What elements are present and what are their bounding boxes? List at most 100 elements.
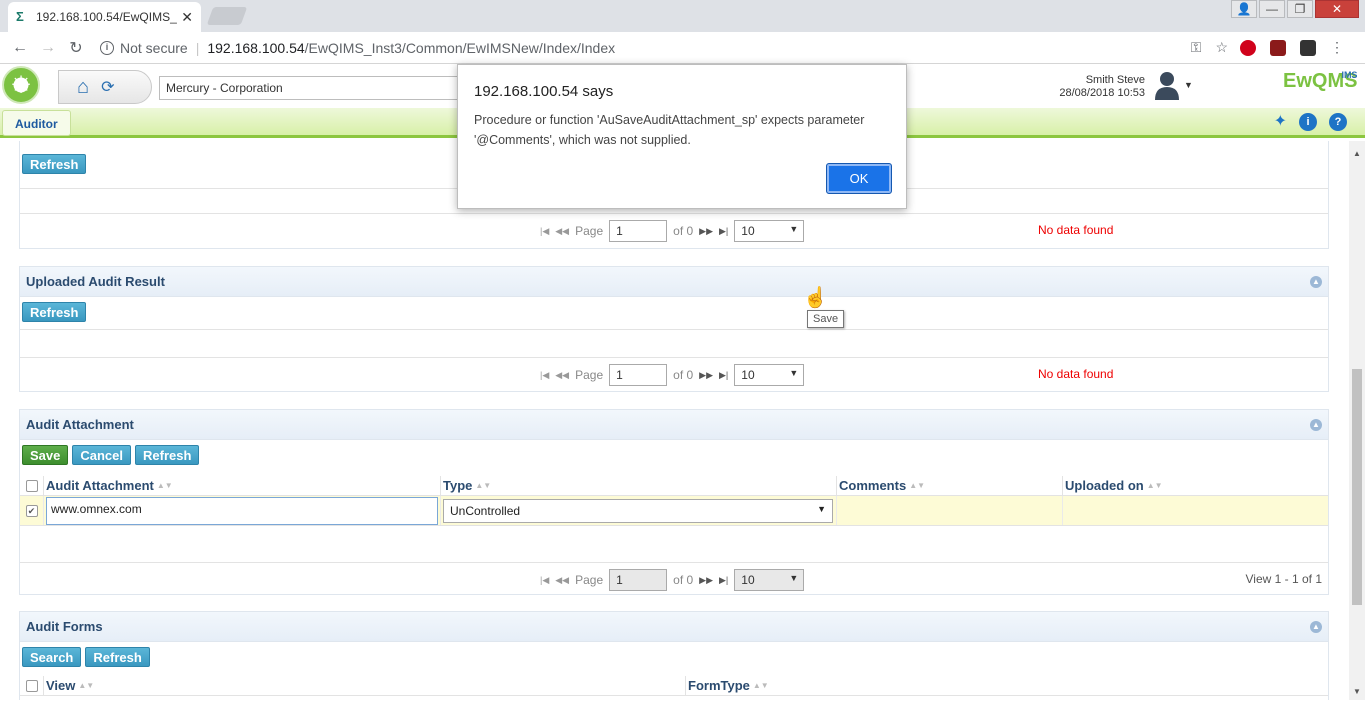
page-input[interactable]: 1: [609, 569, 668, 591]
last-page-icon[interactable]: ▶|: [719, 226, 728, 237]
menu-kebab-icon[interactable]: ⋮: [1330, 39, 1344, 56]
vertical-scrollbar[interactable]: ▲ ▼: [1349, 141, 1365, 700]
last-page-icon[interactable]: ▶|: [719, 575, 728, 586]
info-icon[interactable]: i: [100, 41, 114, 55]
avatar-icon[interactable]: [1153, 70, 1181, 100]
sort-icon: ▲▼: [752, 681, 769, 690]
page-size-select[interactable]: 10 ▼: [734, 220, 805, 242]
tab-auditor[interactable]: Auditor: [2, 110, 71, 136]
new-tab-button[interactable]: [206, 7, 248, 25]
refresh-button[interactable]: Refresh: [135, 445, 200, 465]
cancel-button[interactable]: Cancel: [72, 445, 132, 465]
first-page-icon[interactable]: |◀: [540, 226, 549, 237]
chevron-down-icon: ▼: [789, 224, 799, 234]
chevron-down-icon[interactable]: ▼: [1184, 80, 1193, 90]
browser-tab[interactable]: Σ 192.168.100.54/EwQIMS_ ✕: [8, 2, 201, 32]
page-input[interactable]: 1: [609, 220, 668, 242]
panel-title: Audit Attachment: [26, 417, 134, 432]
prev-page-icon[interactable]: ◀◀: [555, 226, 569, 237]
search-button[interactable]: Search: [22, 647, 82, 667]
attachment-input[interactable]: www.omnex.com: [46, 496, 438, 525]
window-close-icon[interactable]: ✕: [1315, 0, 1359, 18]
back-icon[interactable]: ←: [6, 39, 34, 57]
sort-icon: ▲▼: [1146, 481, 1163, 490]
close-icon[interactable]: ✕: [181, 9, 193, 26]
tab-title: 192.168.100.54/EwQIMS_: [36, 10, 177, 24]
next-page-icon[interactable]: ▶▶: [699, 575, 713, 586]
page-size-select[interactable]: 10 ▼: [734, 569, 805, 591]
hand-cursor-icon: ☝: [803, 287, 828, 309]
page-label: Page: [575, 368, 604, 382]
page-size-select[interactable]: 10 ▼: [734, 364, 805, 386]
collapse-icon[interactable]: ▲: [1310, 419, 1322, 431]
opera-extension-icon[interactable]: [1240, 39, 1256, 56]
last-page-icon[interactable]: ▶|: [719, 370, 728, 381]
pager: |◀ ◀◀ Page 1 of 0 ▶▶ ▶| 10 ▼ No data foun…: [20, 213, 1328, 247]
collapse-icon[interactable]: ▲: [1310, 621, 1322, 633]
shield-extension-icon[interactable]: [1270, 39, 1286, 56]
ewqims-logo: EwQMS IMS: [1283, 70, 1357, 93]
next-page-icon[interactable]: ▶▶: [699, 370, 713, 381]
refresh-button[interactable]: Refresh: [22, 302, 87, 322]
refresh-button[interactable]: Refresh: [85, 647, 150, 667]
home-icon[interactable]: ⌂: [77, 76, 89, 99]
user-name: Smith Steve: [1085, 74, 1145, 86]
column-header[interactable]: View ▲▼: [44, 676, 686, 695]
minimize-icon[interactable]: —: [1259, 0, 1285, 18]
prev-page-icon[interactable]: ◀◀: [555, 370, 569, 381]
company-selector[interactable]: Mercury - Corporation: [159, 76, 459, 100]
panel-header[interactable]: Uploaded Audit Result ▲: [20, 267, 1328, 297]
column-header[interactable]: Comments ▲▼: [837, 476, 1063, 495]
refresh-icon[interactable]: ⟳: [101, 77, 114, 97]
first-page-icon[interactable]: |◀: [540, 370, 549, 381]
save-button[interactable]: Save: [22, 445, 69, 465]
forward-icon[interactable]: →: [34, 39, 62, 57]
star-icon[interactable]: ☆: [1215, 39, 1228, 56]
select-all-checkbox[interactable]: [25, 679, 38, 692]
help-icon[interactable]: ?: [1329, 113, 1347, 131]
select-all-checkbox[interactable]: [25, 479, 38, 492]
page-input[interactable]: 1: [609, 364, 668, 386]
column-header[interactable]: Type ▲▼: [441, 476, 837, 495]
comments-cell[interactable]: [837, 496, 1063, 525]
panel-title: Uploaded Audit Result: [26, 274, 165, 289]
page-bottom: [0, 700, 1365, 728]
scroll-thumb[interactable]: [1352, 369, 1362, 605]
scroll-down-icon[interactable]: ▼: [1353, 687, 1361, 696]
url-path: /EwQIMS_Inst3/Common/EwIMSNew/Index/Inde…: [304, 40, 616, 56]
restore-icon[interactable]: ❐: [1287, 0, 1313, 18]
column-header[interactable]: Uploaded on ▲▼: [1063, 476, 1328, 495]
prev-page-icon[interactable]: ◀◀: [555, 575, 569, 586]
panel-title: Audit Forms: [26, 619, 103, 634]
panel-header[interactable]: Audit Forms ▲: [20, 612, 1328, 642]
column-header[interactable]: Audit Attachment ▲▼: [44, 476, 441, 495]
first-page-icon[interactable]: |◀: [540, 575, 549, 586]
scroll-up-icon[interactable]: ▲: [1353, 149, 1361, 158]
type-select[interactable]: UnControlled ▼: [443, 498, 833, 523]
key-icon[interactable]: ⚿: [1191, 39, 1202, 56]
reload-icon[interactable]: ↻: [62, 38, 90, 58]
omnibox-actions: ⚿ ☆: [1191, 39, 1228, 56]
ok-button[interactable]: OK: [826, 163, 892, 194]
column-header[interactable]: FormType ▲▼: [686, 676, 1328, 695]
next-page-icon[interactable]: ▶▶: [699, 226, 713, 237]
pin-icon[interactable]: ✦: [1274, 113, 1287, 131]
user-icon[interactable]: 👤: [1231, 0, 1257, 18]
alert-dialog: 192.168.100.54 says Procedure or functio…: [457, 64, 907, 209]
row-checkbox[interactable]: ✔: [25, 504, 38, 517]
site-favicon-icon: Σ: [16, 9, 24, 24]
url-field[interactable]: i Not secure | 192.168.100.54/EwQIMS_Ins…: [96, 35, 1236, 61]
refresh-button[interactable]: Refresh: [22, 154, 87, 174]
table-row[interactable]: ✔ www.omnex.com UnControlled ▼: [20, 496, 1328, 526]
app-logo-icon: ✳: [2, 66, 40, 104]
collapse-icon[interactable]: ▲: [1310, 276, 1322, 288]
pager-controls: |◀ ◀◀ Page 1 of 0 ▶▶ ▶| 10 ▼: [540, 569, 805, 591]
x-extension-icon[interactable]: [1300, 39, 1316, 56]
extension-icons: ⋮: [1240, 39, 1344, 56]
page-size-value: 10: [741, 573, 755, 587]
url-separator: |: [195, 40, 200, 56]
uploaded-on-cell: [1063, 496, 1328, 525]
page-label: Page: [575, 224, 604, 238]
panel-header[interactable]: Audit Attachment ▲: [20, 410, 1328, 440]
info-circle-icon[interactable]: i: [1299, 113, 1317, 131]
